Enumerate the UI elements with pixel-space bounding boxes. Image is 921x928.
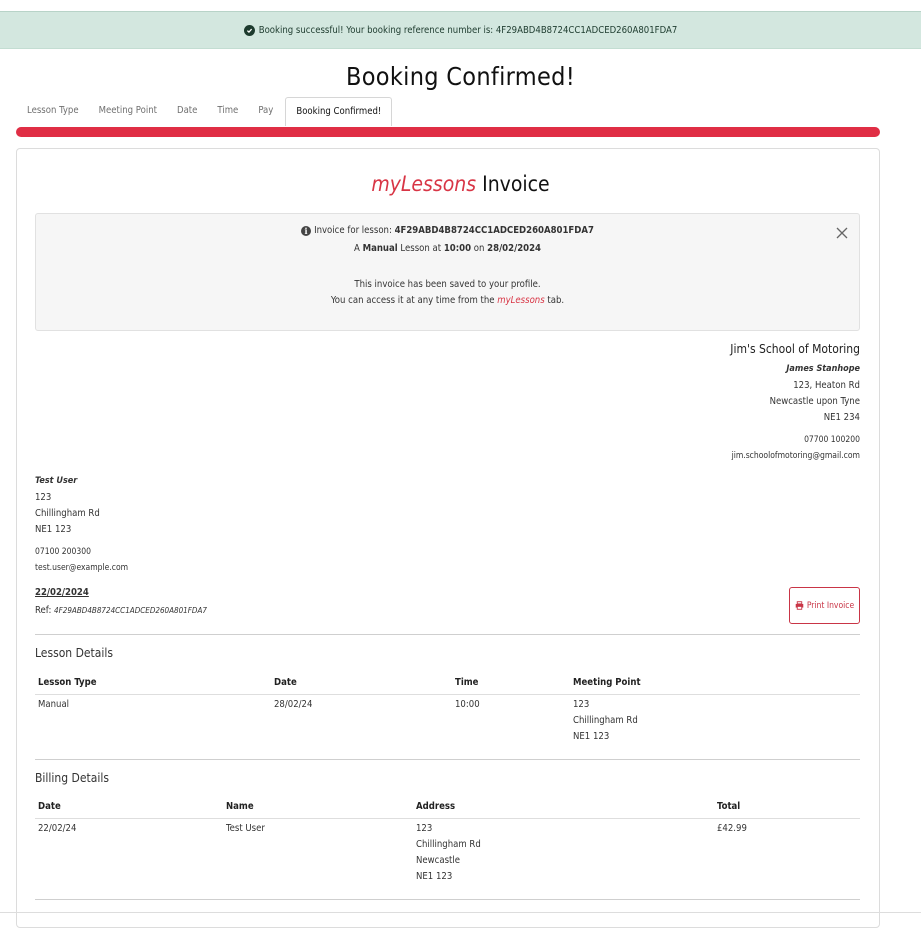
col-date: Date [274,677,297,688]
customer-address-2: Chillingham Rd [35,508,100,519]
lesson-details-title: Lesson Details [35,646,113,660]
col-billing-address: Address [416,801,456,812]
school-phone: 07700 100200 [804,435,860,445]
step-tabs: Lesson Type Meeting Point Date Time Pay … [17,97,393,126]
table-header-divider [35,694,860,695]
billing-details-title: Billing Details [35,771,109,785]
printer-icon [795,601,804,610]
school-email: jim.schoolofmotoring@gmail.com [731,451,860,461]
customer-address-1: 123 [35,492,52,503]
invoice-title: myLessons Invoice [0,172,921,196]
tab-date[interactable]: Date [167,97,207,125]
col-billing-total: Total [717,801,741,812]
invoice-ref: Ref: 4F29ABD4B8724CC1ADCED260A801FDA7 [35,605,207,616]
billing-address-cell: 123 Chillingham Rd Newcastle NE1 123 [416,823,481,882]
success-alert: Booking successful! Your booking referen… [0,11,921,49]
school-name: Jim's School of Motoring [730,342,860,356]
customer-email: test.user@example.com [35,563,129,573]
info-access-text: You can access it at any time from the m… [330,295,565,306]
check-circle-icon [243,24,255,36]
divider [35,634,860,635]
customer-phone: 07100 200300 [35,547,91,557]
col-time: Time [455,677,479,688]
tab-time[interactable]: Time [207,97,248,125]
close-icon[interactable] [835,226,849,240]
progress-bar [16,127,880,137]
meeting-point-cell: 123 Chillingham Rd NE1 123 [573,699,638,742]
invoice-date: 22/02/2024 [35,587,89,598]
print-invoice-button[interactable]: Print Invoice [789,587,860,624]
table-header-divider [35,818,860,819]
alert-message: Booking successful! Your booking referen… [258,24,678,36]
col-lesson-type: Lesson Type [38,677,97,688]
instructor-name: James Stanhope [786,364,860,374]
col-meeting-point: Meeting Point [573,677,641,688]
invoice-title-text: Invoice [482,172,550,196]
info-saved-text: This invoice has been saved to your prof… [354,279,541,290]
mylessons-tab-link[interactable]: myLessons [497,295,544,306]
school-address-2: Newcastle upon Tyne [769,396,860,407]
tab-lesson-type[interactable]: Lesson Type [17,97,89,125]
school-postcode: NE1 234 [823,412,860,423]
school-address-1: 123, Heaton Rd [793,380,860,391]
billing-total-cell: £42.99 [717,823,747,834]
customer-postcode: NE1 123 [35,524,72,535]
tab-booking-confirmed[interactable]: Booking Confirmed! [285,97,393,126]
lesson-date-cell: 28/02/24 [274,699,313,710]
brand-name: myLessons [371,172,477,196]
info-icon: i [301,226,312,236]
billing-name-cell: Test User [226,823,265,834]
invoice-info-box: i Invoice for lesson: 4F29ABD4B8724CC1ADC… [35,213,860,331]
col-billing-date: Date [38,801,61,812]
card-footer-line [0,912,921,913]
info-reference: 4F29ABD4B8724CC1ADCED260A801FDA7 [394,225,594,236]
page-title: Booking Confirmed! [345,62,576,91]
col-billing-name: Name [226,801,254,812]
info-line-lesson: A Manual Lesson at 10:00 on 28/02/2024 [353,243,541,254]
lesson-type-cell: Manual [38,699,70,710]
info-line-reference: i Invoice for lesson: 4F29ABD4B8724CC1ADC… [36,225,859,236]
lesson-time-cell: 10:00 [455,699,480,710]
divider [35,759,860,760]
tab-pay[interactable]: Pay [248,97,283,125]
billing-date-cell: 22/02/24 [38,823,77,834]
customer-name: Test User [35,476,78,486]
tab-meeting-point[interactable]: Meeting Point [89,97,167,125]
divider [35,899,860,900]
